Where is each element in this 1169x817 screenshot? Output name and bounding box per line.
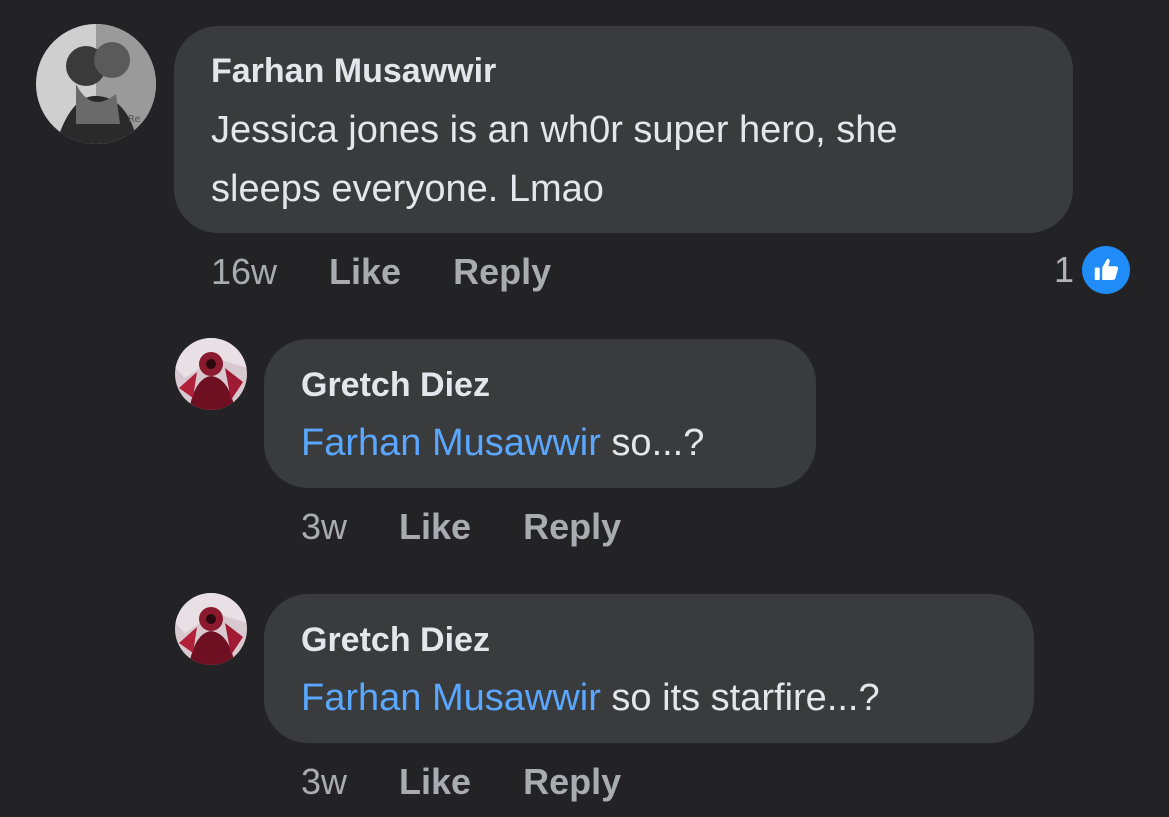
reply-author[interactable]: Gretch Diez bbox=[301, 621, 490, 660]
reaction-summary[interactable]: 1 bbox=[1054, 245, 1131, 295]
reply-text: Farhan Musawwir so its starfire...? bbox=[301, 669, 880, 728]
reply-button[interactable]: Reply bbox=[453, 251, 551, 293]
timestamp: 3w bbox=[301, 506, 348, 547]
mention-link[interactable]: Farhan Musawwir bbox=[301, 677, 601, 719]
like-button[interactable]: Like bbox=[399, 506, 471, 548]
svg-text:Re: Re bbox=[128, 114, 141, 125]
profile-photo-icon: Re bbox=[36, 24, 156, 144]
comment-author[interactable]: Farhan Musawwir bbox=[211, 52, 496, 91]
comment-text-line-2: sleeps everyone. Lmao bbox=[211, 168, 604, 210]
comment-text-line-1: Jessica jones is an wh0r super hero, she bbox=[211, 109, 898, 151]
mention-link[interactable]: Farhan Musawwir bbox=[301, 422, 601, 464]
reply-button[interactable]: Reply bbox=[523, 761, 621, 803]
reply-message: so its starfire...? bbox=[600, 677, 880, 719]
reply-actions: 3w Like Reply bbox=[301, 506, 673, 548]
thumbs-up-icon bbox=[1082, 246, 1131, 294]
timestamp: 16w bbox=[211, 251, 278, 292]
reply-actions: 3w Like Reply bbox=[301, 761, 673, 803]
reply-author[interactable]: Gretch Diez bbox=[301, 366, 490, 405]
avatar[interactable] bbox=[175, 338, 247, 410]
profile-photo-icon bbox=[175, 338, 247, 410]
profile-photo-icon bbox=[175, 593, 247, 665]
reply-button[interactable]: Reply bbox=[523, 506, 621, 548]
avatar[interactable]: Re bbox=[36, 24, 156, 144]
reply-message: so...? bbox=[600, 422, 705, 464]
like-button[interactable]: Like bbox=[329, 251, 401, 293]
comment-thread: Re Farhan Musawwir Jessica jones is an w… bbox=[0, 0, 1169, 817]
comment-actions: 16w Like Reply bbox=[211, 251, 603, 293]
timestamp: 3w bbox=[301, 761, 348, 802]
like-button[interactable]: Like bbox=[399, 761, 471, 803]
reply-text: Farhan Musawwir so...? bbox=[301, 414, 704, 473]
avatar[interactable] bbox=[175, 593, 247, 665]
reaction-count: 1 bbox=[1054, 249, 1075, 290]
